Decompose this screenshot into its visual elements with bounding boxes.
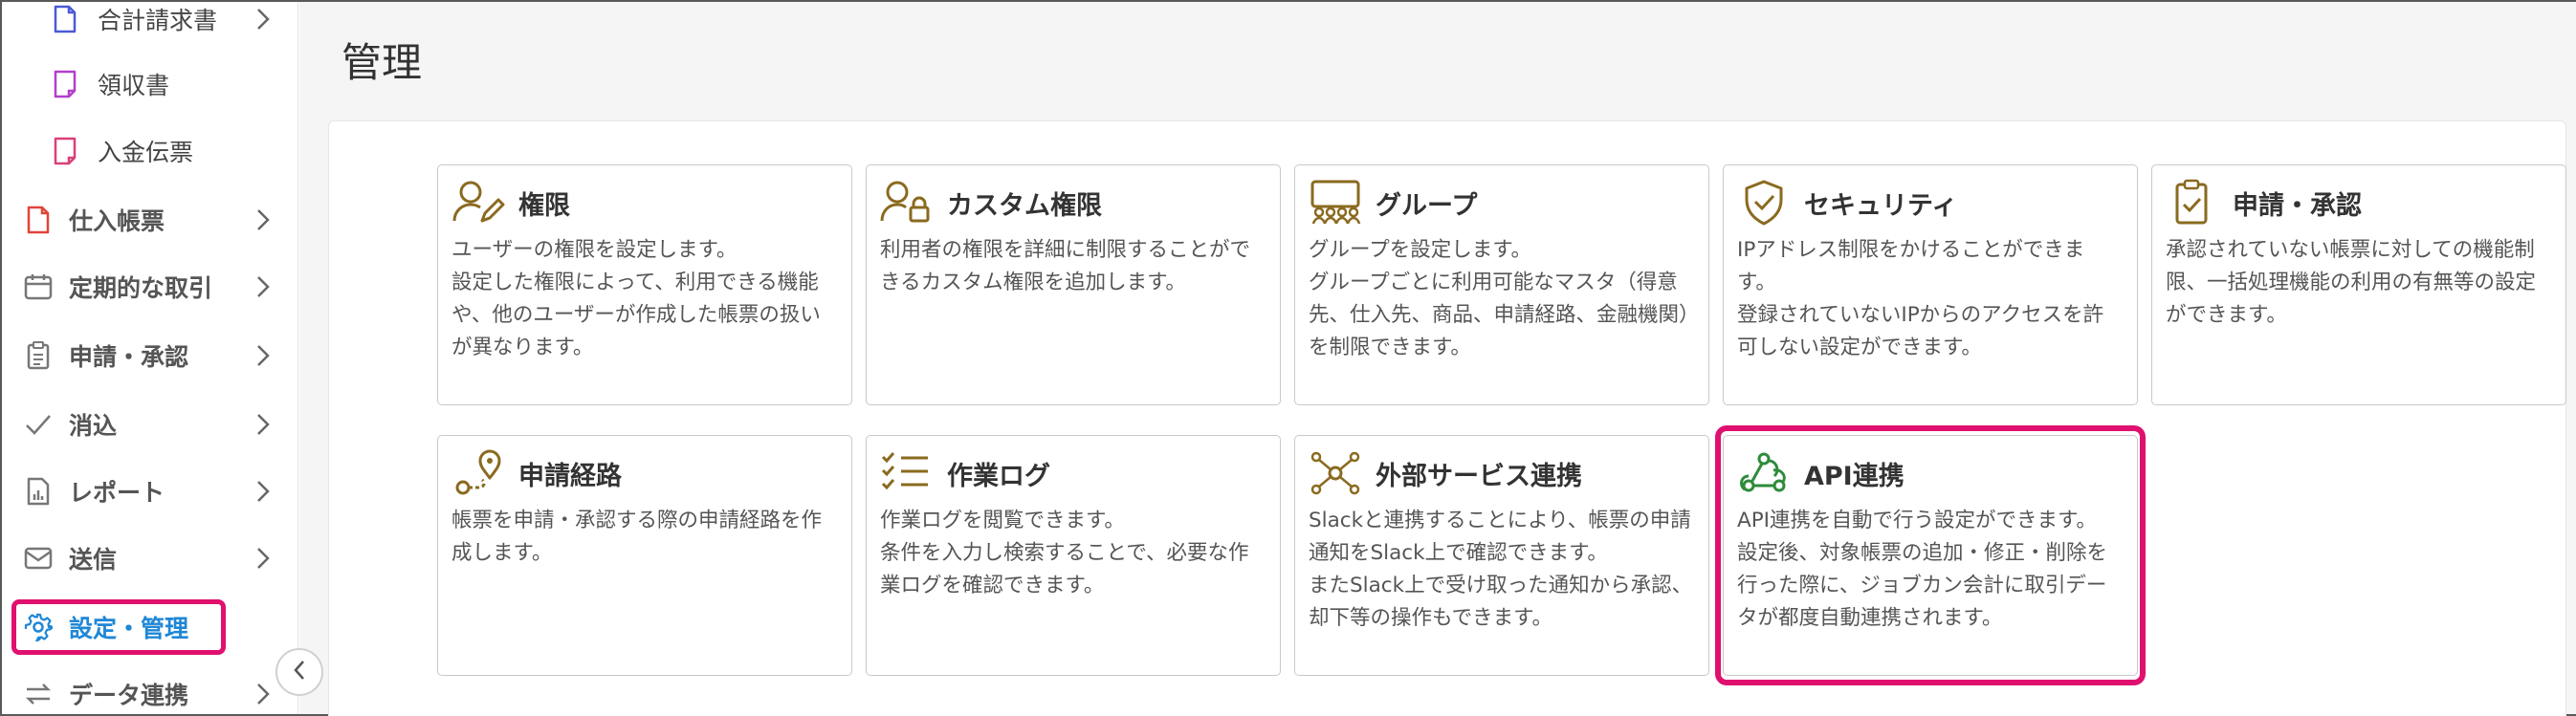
clipboard-check-icon [2166, 179, 2219, 227]
card-title: API連携 [1804, 462, 1904, 491]
network-icon [1309, 449, 1362, 497]
sync-arrows-icon [23, 679, 54, 709]
sidebar-item-application[interactable]: 申請・承認 [2, 327, 289, 384]
route-icon [451, 449, 505, 497]
sidebar-item-purchase[interactable]: 仕入帳票 [2, 191, 289, 249]
chevron-right-icon [253, 543, 274, 574]
sidebar-item-send[interactable]: 送信 [2, 530, 289, 587]
card-title: カスタム権限 [947, 191, 1102, 221]
sidebar-item-data-sync[interactable]: データ連携 [2, 665, 289, 716]
card-title: 外部サービス連携 [1376, 462, 1582, 491]
sidebar-item-label: データ連携 [69, 682, 189, 709]
card-application-approval[interactable]: 申請・承認 承認されていない帳票に対しての機能制限、一括処理機能の利用の有無等の… [2151, 164, 2566, 405]
deposit-slip-icon [50, 136, 80, 166]
sidebar-item-label: 合計請求書 [98, 7, 218, 34]
clipboard-list-icon [23, 340, 54, 371]
check-icon [23, 409, 54, 440]
checklist-icon [880, 449, 934, 497]
sidebar-item-label: 申請・承認 [69, 343, 189, 371]
report-icon [23, 476, 54, 507]
sidebar-item-label: 領収書 [98, 72, 170, 99]
main-content: 管理 権限 ユーザーの権限を設定します。 設定した権限によって、利用できる機能や… [299, 2, 2576, 716]
chevron-right-icon [253, 476, 274, 507]
card-title: 申請経路 [518, 462, 622, 491]
sidebar-collapse-button[interactable] [275, 648, 323, 696]
card-description: 利用者の権限を詳細に制限することができるカスタム権限を追加します。 [880, 238, 1251, 294]
page-title: 管理 [341, 39, 423, 86]
card-group[interactable]: グループ グループを設定します。 グループごとに利用可能なマスタ（得意先、仕入先… [1294, 164, 1709, 405]
card-description: 帳票を申請・承認する際の申請経路を作成します。 [451, 509, 823, 565]
chevron-right-icon [253, 679, 274, 709]
sidebar-item-total-invoice[interactable]: 合計請求書 [2, 0, 289, 48]
card-title: 権限 [518, 191, 570, 221]
sidebar-item-label: 送信 [69, 546, 118, 574]
chevron-right-icon [253, 205, 274, 235]
settings-panel: 権限 ユーザーの権限を設定します。 設定した権限によって、利用できる機能や、他の… [328, 120, 2566, 716]
settings-highlight-frame [11, 599, 226, 655]
sidebar-item-label: 仕入帳票 [69, 207, 165, 235]
card-description: 作業ログを閲覧できます。 条件を入力し検索することで、必要な作業ログを確認できま… [880, 509, 1249, 597]
calendar-icon [23, 271, 54, 302]
sidebar-item-label: 消込 [69, 412, 118, 440]
shield-check-icon [1737, 179, 1791, 227]
sidebar-item-label: 定期的な取引 [69, 274, 213, 302]
webhook-icon [1737, 449, 1791, 497]
card-title: 作業ログ [947, 462, 1050, 491]
sidebar-item-reconcile[interactable]: 消込 [2, 396, 289, 453]
sidebar-item-label: レポート [69, 479, 165, 507]
chevron-right-icon [253, 340, 274, 371]
user-lock-icon [880, 179, 934, 227]
purchase-doc-icon [23, 205, 54, 235]
card-description: グループを設定します。 グループごとに利用可能なマスタ（得意先、仕入先、商品、申… [1309, 238, 1689, 359]
chevron-right-icon [253, 409, 274, 440]
card-custom-permission[interactable]: カスタム権限 利用者の権限を詳細に制限することができるカスタム権限を追加します。 [866, 164, 1281, 405]
invoice-icon [50, 4, 80, 34]
sidebar-item-recurring[interactable]: 定期的な取引 [2, 258, 289, 315]
card-permission[interactable]: 権限 ユーザーの権限を設定します。 設定した権限によって、利用できる機能や、他の… [437, 164, 852, 405]
card-external-service[interactable]: 外部サービス連携 Slackと連携することにより、帳票の申請通知をSlack上で… [1294, 435, 1709, 676]
card-description: API連携を自動で行う設定ができます。 設定後、対象帳票の追加・修正・削除を行っ… [1737, 509, 2108, 630]
sidebar-item-deposit-slip[interactable]: 入金伝票 [2, 122, 289, 180]
receipt-icon [50, 69, 80, 99]
card-work-log[interactable]: 作業ログ 作業ログを閲覧できます。 条件を入力し検索することで、必要な作業ログを… [866, 435, 1281, 676]
sidebar: 合計請求書 領収書 入金伝票 仕入帳票 定期的な取引 申請・承認 消込 レポート… [2, 2, 298, 714]
sidebar-item-receipt[interactable]: 領収書 [2, 55, 289, 113]
card-description: ユーザーの権限を設定します。 設定した権限によって、利用できる機能や、他のユーザ… [451, 238, 821, 359]
sidebar-item-report[interactable]: レポート [2, 463, 289, 520]
card-description: 承認されていない帳票に対しての機能制限、一括処理機能の利用の有無等の設定ができま… [2166, 238, 2537, 327]
chevron-right-icon [253, 4, 274, 34]
card-title: グループ [1376, 191, 1478, 221]
card-application-route[interactable]: 申請経路 帳票を申請・承認する際の申請経路を作成します。 [437, 435, 852, 676]
card-description: IPアドレス制限をかけることができます。 登録されていないIPからのアクセスを許… [1737, 238, 2104, 359]
mail-icon [23, 543, 54, 574]
chevron-left-icon [293, 660, 306, 684]
card-security[interactable]: セキュリティ IPアドレス制限をかけることができます。 登録されていないIPから… [1723, 164, 2138, 405]
group-icon [1309, 179, 1362, 227]
user-edit-icon [451, 179, 505, 227]
card-title: 申請・承認 [2233, 191, 2362, 221]
sidebar-item-label: 入金伝票 [98, 139, 194, 166]
card-description: Slackと連携することにより、帳票の申請通知をSlack上で確認できます。 ま… [1309, 509, 1693, 630]
chevron-right-icon [253, 271, 274, 302]
card-api-integration[interactable]: API連携 API連携を自動で行う設定ができます。 設定後、対象帳票の追加・修正… [1723, 435, 2138, 676]
card-title: セキュリティ [1804, 191, 1958, 221]
